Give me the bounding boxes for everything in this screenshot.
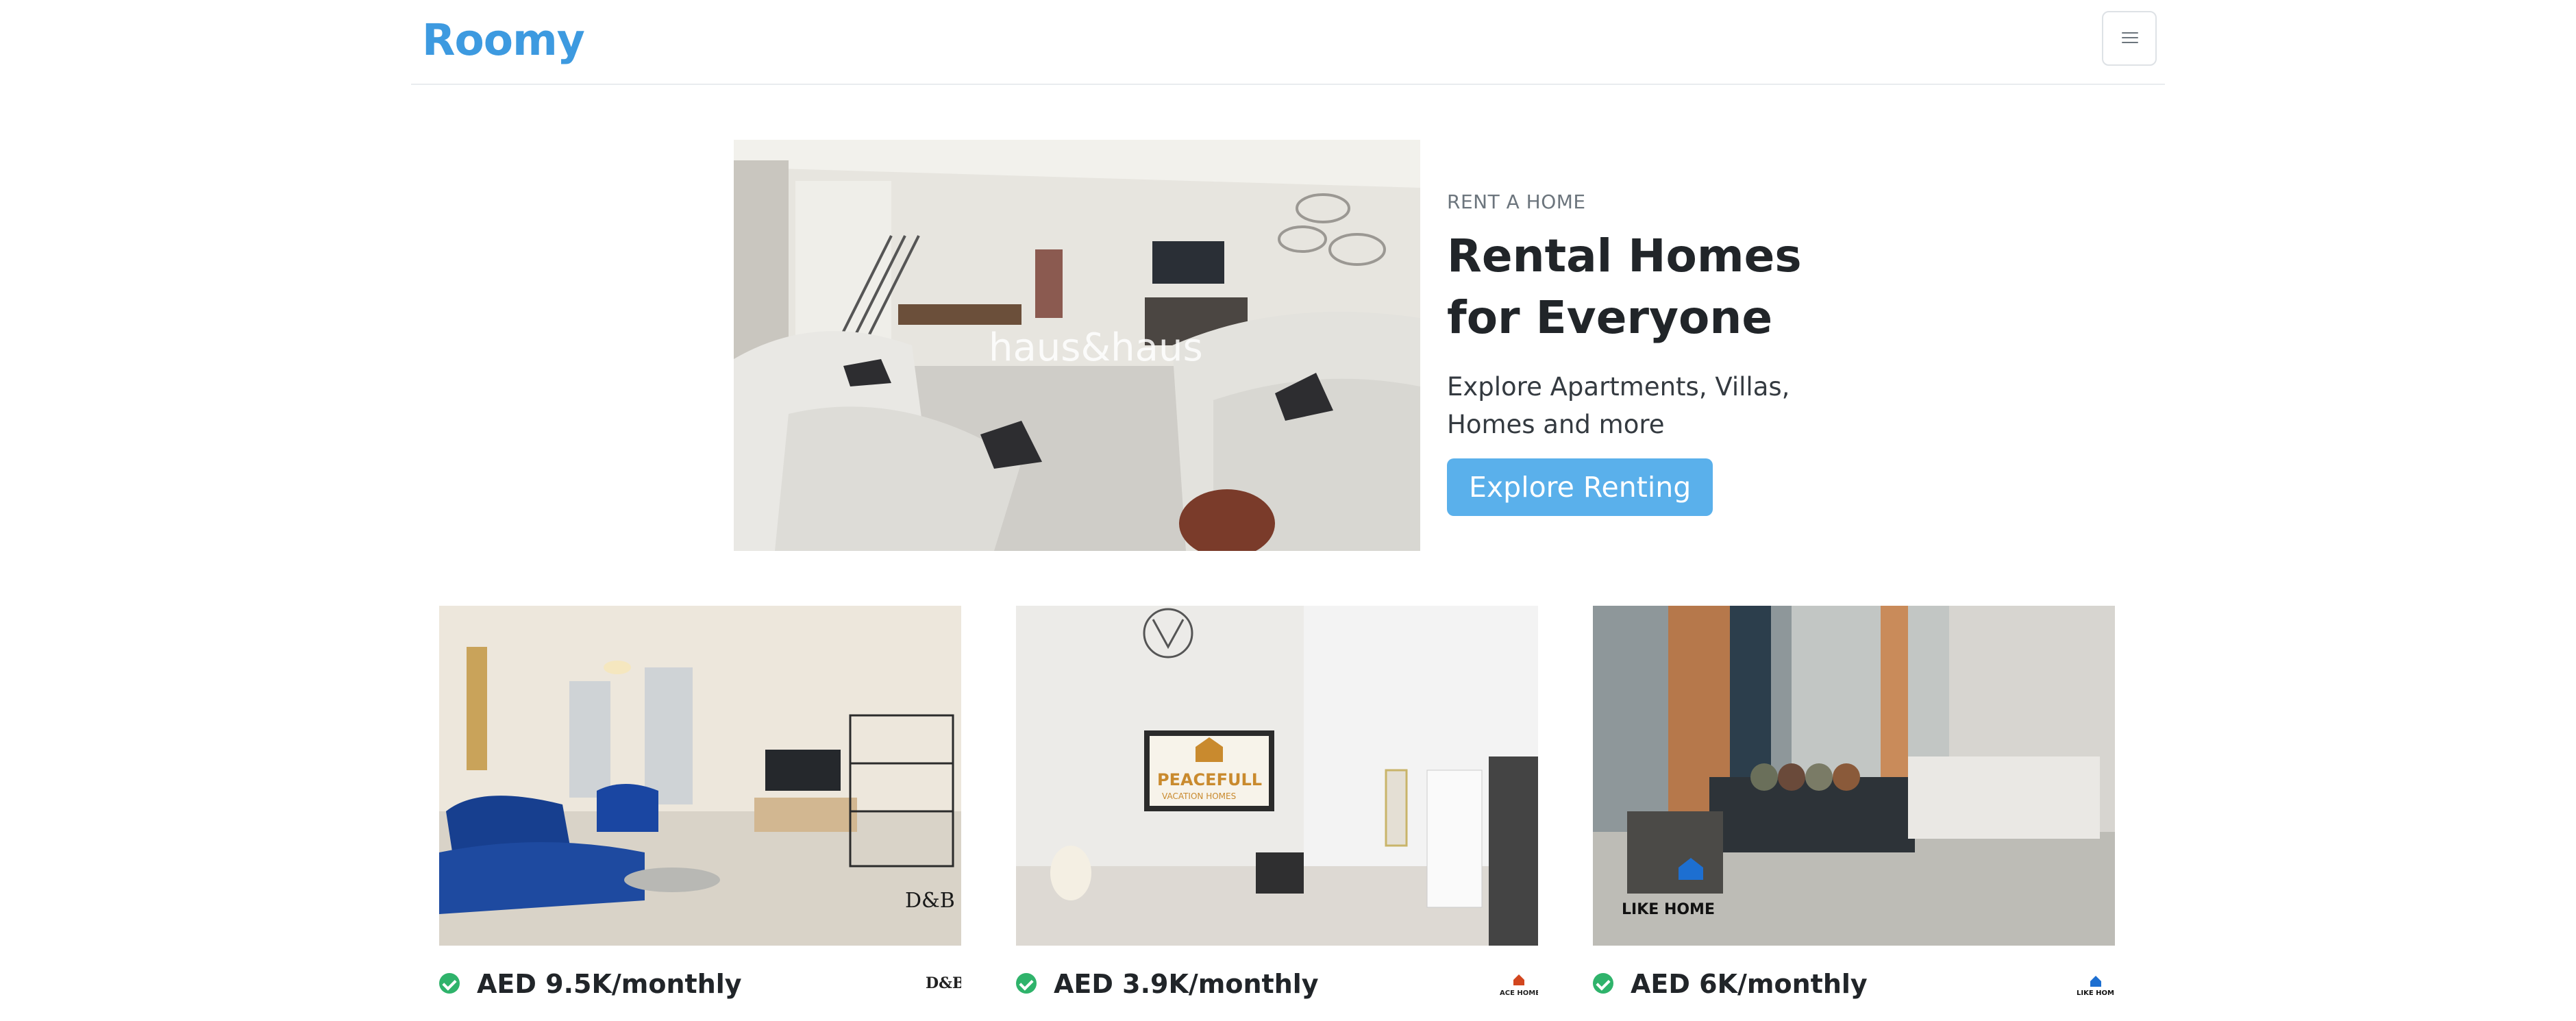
hero-title: Rental Homes for Everyone [1447, 230, 1802, 344]
listing-footer: AED 3.9K/monthly ACE HOME [1016, 946, 1540, 1021]
agency-watermark: LIKE HOME [1622, 901, 1715, 918]
agency-logo[interactable]: LIKE HOME [2077, 968, 2119, 1000]
agency-logo[interactable]: ACE HOME [1500, 968, 1540, 1000]
hero-image: haus&haus [734, 140, 1420, 551]
hero-subtitle: Explore Apartments, Villas, Homes and mo… [1447, 372, 1790, 439]
listing-price: AED 6K/monthly [1631, 969, 1868, 999]
check-circle-icon [439, 973, 460, 994]
navbar: Roomy [411, 0, 2165, 85]
hero-eyebrow: RENT A HOME [1447, 190, 1586, 213]
listing-card[interactable]: D&B AED 9.5K/monthly D&B [439, 606, 965, 1021]
listing-image[interactable]: D&B [439, 606, 961, 946]
listing-price: AED 9.5K/monthly [477, 969, 742, 999]
listing-card[interactable]: PEACEFULL VACATION HOMES AED 3.9K/monthl… [1016, 606, 1540, 1021]
agency-logo-text: D&B [926, 974, 961, 992]
listing-footer: AED 6K/monthly LIKE HOME [1593, 946, 2119, 1021]
hamburger-icon [2122, 32, 2138, 46]
listing-image[interactable]: LIKE HOME [1593, 606, 2115, 946]
explore-renting-button[interactable]: Explore Renting [1447, 458, 1713, 516]
listing-image[interactable]: PEACEFULL VACATION HOMES [1016, 606, 1538, 946]
menu-toggle-button[interactable] [2102, 11, 2157, 66]
listing-card[interactable]: LIKE HOME AED 6K/monthly LIKE HOME [1593, 606, 2119, 1021]
brand-logo[interactable]: Roomy [422, 15, 585, 65]
check-circle-icon [1593, 973, 1613, 994]
agency-logo-text: LIKE HOME [2077, 989, 2115, 997]
agency-logo-text: ACE HOME [1500, 989, 1538, 997]
agency-watermark: D&B [905, 889, 955, 913]
tv-brand-text: PEACEFULL [1157, 770, 1262, 789]
check-circle-icon [1016, 973, 1037, 994]
tv-brand-subtext: VACATION HOMES [1162, 791, 1236, 801]
listing-price: AED 3.9K/monthly [1054, 969, 1319, 999]
watermark-text: haus&haus [989, 325, 1203, 370]
agency-logo[interactable]: D&B [923, 968, 965, 1000]
hero-text: RENT A HOME Rental Homes for Everyone Ex… [1447, 190, 1872, 516]
listing-footer: AED 9.5K/monthly D&B [439, 946, 965, 1021]
